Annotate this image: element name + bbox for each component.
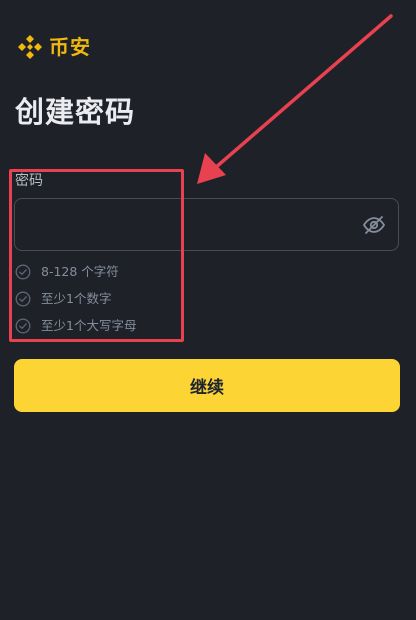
password-rules-list: 8-128 个字符 至少1个数字 至少1个大写字母 xyxy=(15,258,136,339)
brand-name: 币安 xyxy=(49,35,91,59)
password-field[interactable] xyxy=(14,198,399,251)
rule-length-text: 8-128 个字符 xyxy=(41,263,119,279)
continue-button[interactable]: 继续 xyxy=(14,359,400,412)
rule-uppercase: 至少1个大写字母 xyxy=(15,312,136,339)
rule-uppercase-text: 至少1个大写字母 xyxy=(41,317,137,333)
check-circle-icon xyxy=(15,318,31,333)
rule-number: 至少1个数字 xyxy=(15,285,136,312)
check-circle-icon xyxy=(15,291,31,306)
password-label: 密码 xyxy=(15,173,43,189)
rule-length: 8-128 个字符 xyxy=(15,258,136,285)
check-circle-icon xyxy=(15,264,31,279)
eye-slash-icon[interactable] xyxy=(362,213,386,237)
brand-logo: 币安 xyxy=(15,32,91,62)
page-title: 创建密码 xyxy=(15,95,136,129)
create-password-screen: 币安 创建密码 密码 8-128 个字符 至少1个数字 至少1个大写字母 继续 xyxy=(0,0,416,620)
password-input[interactable] xyxy=(15,199,345,250)
rule-number-text: 至少1个数字 xyxy=(41,290,112,306)
binance-logo-icon xyxy=(18,35,42,59)
